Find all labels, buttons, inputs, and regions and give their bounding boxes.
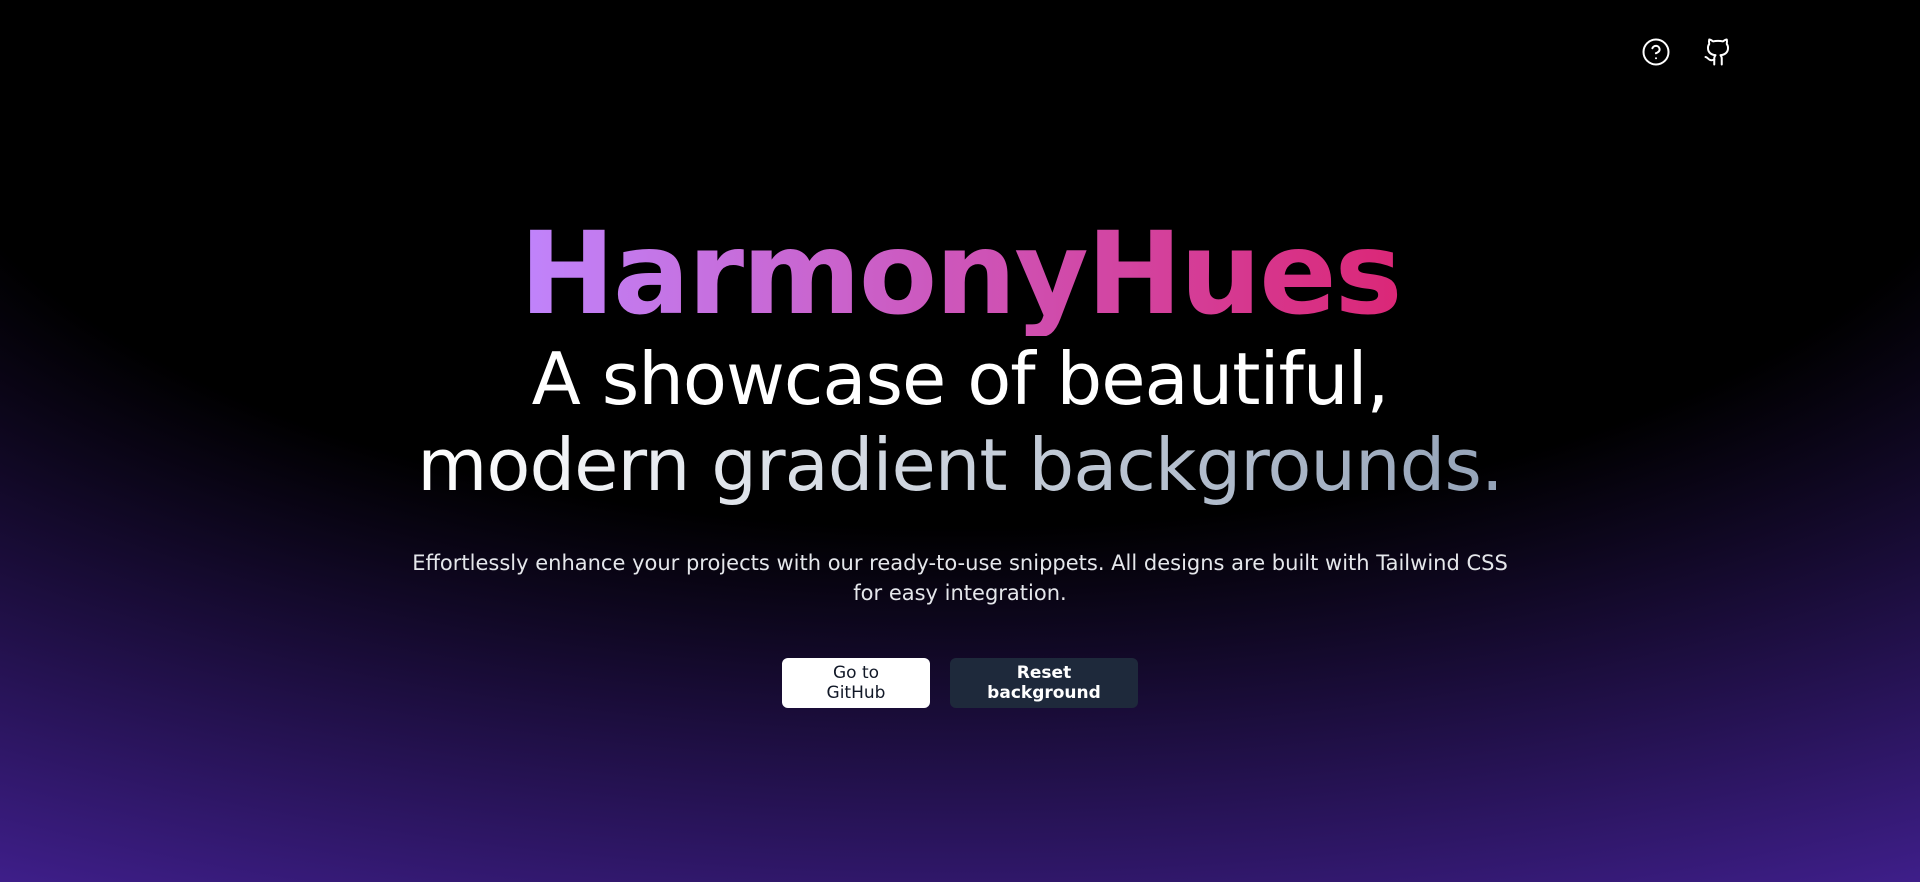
reset-background-button[interactable]: Reset background [950,658,1138,708]
tagline-line-2: modern gradient backgrounds. [417,423,1503,507]
hero-section: HarmonyHues A showcase of beautiful, mod… [0,212,1920,708]
hero-description: Effortlessly enhance your projects with … [412,551,1508,605]
hero-actions: Go to GitHub Reset background [0,658,1920,708]
top-navigation [1640,36,1734,68]
go-to-github-button[interactable]: Go to GitHub [782,658,930,708]
page-title: HarmonyHues [519,207,1403,340]
help-circle-icon[interactable] [1640,36,1672,68]
github-icon[interactable] [1702,36,1734,68]
tagline: A showcase of beautiful, modern gradient… [0,336,1920,508]
tagline-line-1: A showcase of beautiful, [531,337,1390,421]
